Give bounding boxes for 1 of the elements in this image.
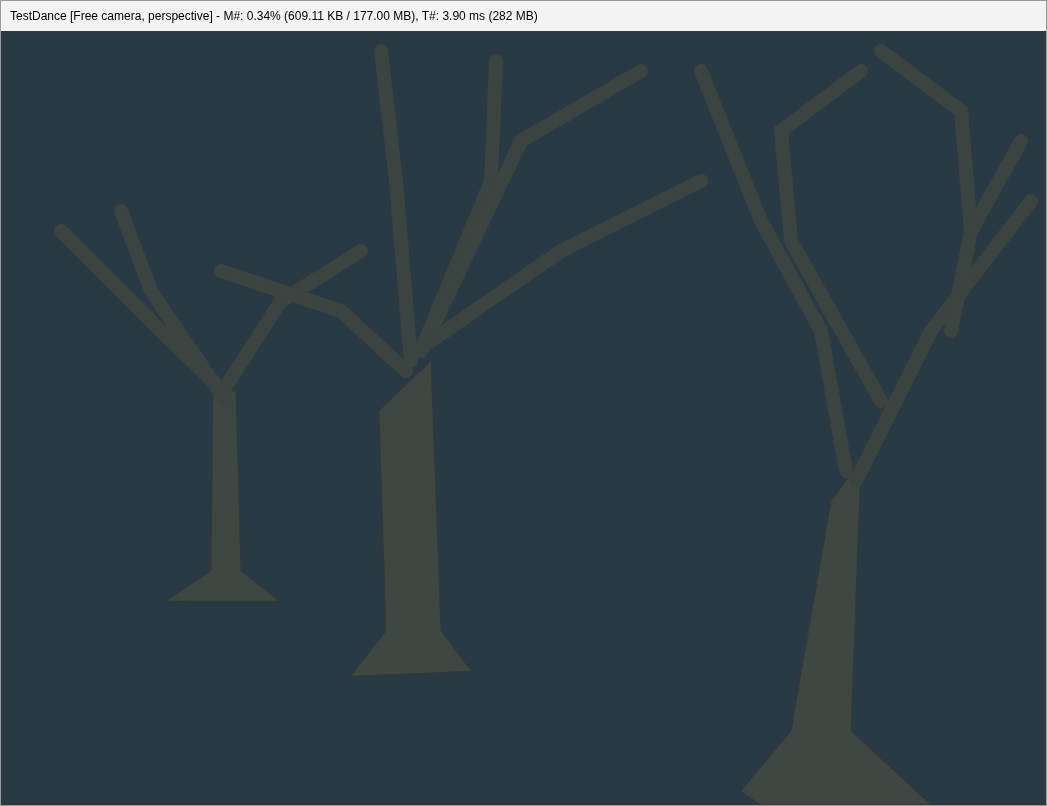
window-title: TestDance [Free camera, perspective] - M#: 0.34% (609.11 KB / 177.00 MB), T#: 3.90 ms (282 MB): [10, 8, 538, 25]
